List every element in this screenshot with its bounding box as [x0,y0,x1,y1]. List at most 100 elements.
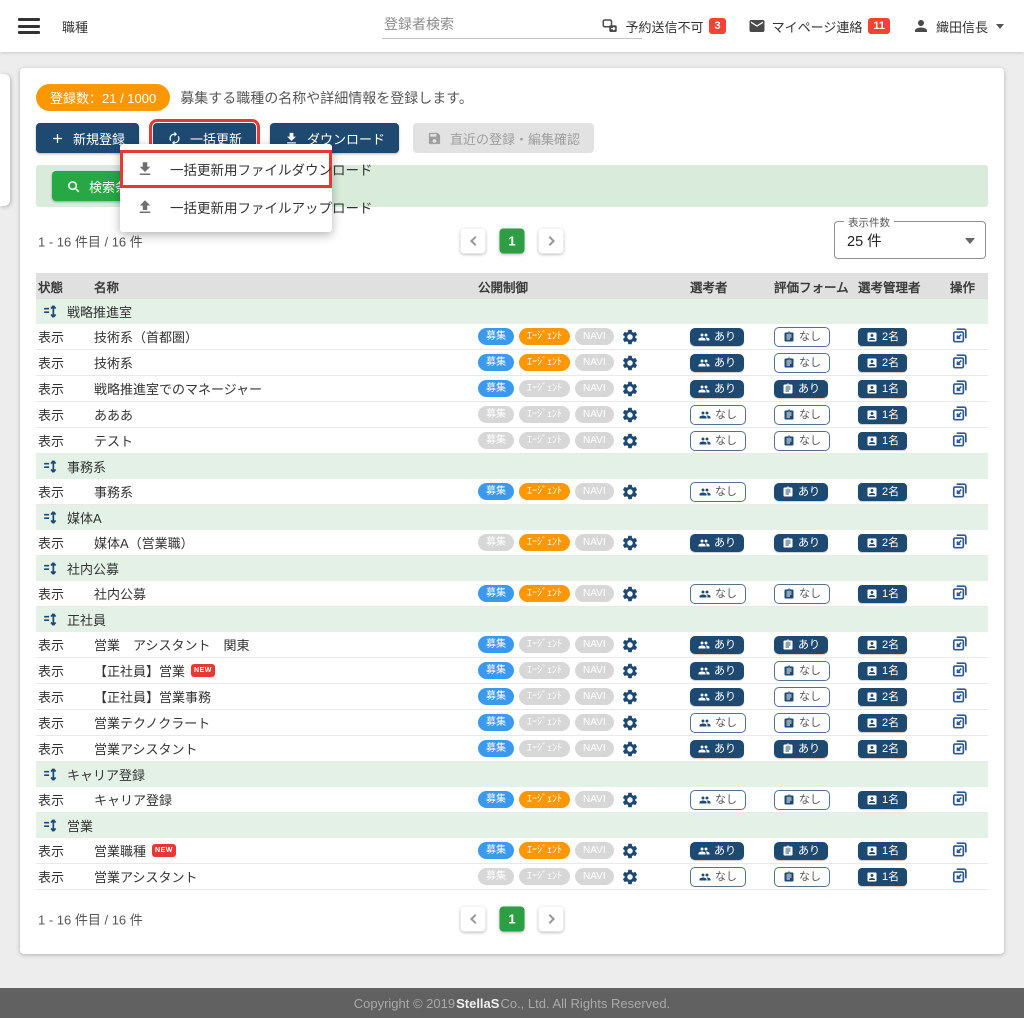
manager-count-badge[interactable]: 2名 [858,354,907,372]
manager-count-badge[interactable]: 1名 [858,868,907,886]
screener-badge[interactable]: なし [690,584,746,604]
next-page-button[interactable] [539,229,564,254]
gear-icon[interactable] [621,714,639,732]
prev-page-button[interactable] [461,229,486,254]
manager-count-badge[interactable]: 2名 [858,688,907,706]
gear-icon[interactable] [621,534,639,552]
eval-form-badge[interactable]: なし [774,867,830,887]
screener-badge[interactable]: なし [690,790,746,810]
screener-badge[interactable]: あり [690,354,744,372]
gear-icon[interactable] [621,380,639,398]
sort-icon[interactable] [42,817,59,834]
gear-icon[interactable] [621,483,639,501]
screener-badge[interactable]: あり [690,662,744,680]
manager-count-badge[interactable]: 2名 [858,483,907,501]
screener-badge[interactable]: あり [690,380,744,398]
sort-icon[interactable] [42,766,59,783]
eval-form-badge[interactable]: なし [774,790,830,810]
screener-badge[interactable]: あり [690,328,744,346]
gear-icon[interactable] [621,354,639,372]
copy-icon[interactable] [950,839,970,859]
sort-icon[interactable] [42,303,59,320]
prev-page-button[interactable] [461,907,486,932]
manager-count-badge[interactable]: 1名 [858,662,907,680]
copy-icon[interactable] [950,659,970,679]
page-1-button[interactable]: 1 [500,229,525,254]
manager-count-badge[interactable]: 2名 [858,534,907,552]
copy-icon[interactable] [950,531,970,551]
user-menu[interactable]: 織田信長 [912,17,1004,36]
mypage-contact[interactable]: マイページ連絡 11 [748,17,890,36]
eval-form-badge[interactable]: あり [774,483,828,501]
gear-icon[interactable] [621,328,639,346]
gear-icon[interactable] [621,842,639,860]
screener-badge[interactable]: なし [690,482,746,502]
sort-icon[interactable] [42,560,59,577]
screener-badge[interactable]: あり [690,534,744,552]
gear-icon[interactable] [621,432,639,450]
gear-icon[interactable] [621,636,639,654]
eval-form-badge[interactable]: あり [774,740,828,758]
manager-count-badge[interactable]: 1名 [858,432,907,450]
copy-icon[interactable] [950,429,970,449]
copy-icon[interactable] [950,351,970,371]
screener-badge[interactable]: あり [690,688,744,706]
screener-badge[interactable]: なし [690,867,746,887]
eval-form-badge[interactable]: あり [774,842,828,860]
copy-icon[interactable] [950,403,970,423]
gear-icon[interactable] [621,688,639,706]
manager-count-badge[interactable]: 1名 [858,791,907,809]
eval-form-badge[interactable]: なし [774,584,830,604]
screener-badge[interactable]: あり [690,636,744,654]
manager-count-badge[interactable]: 2名 [858,740,907,758]
menu-item-bulk-file-download[interactable]: 一括更新用ファイルダウンロード [120,150,332,188]
eval-form-badge[interactable]: あり [774,380,828,398]
eval-form-badge[interactable]: なし [774,431,830,451]
eval-form-badge[interactable]: なし [774,327,830,347]
manager-count-badge[interactable]: 1名 [858,380,907,398]
manager-count-badge[interactable]: 2名 [858,328,907,346]
gear-icon[interactable] [621,662,639,680]
sort-icon[interactable] [42,458,59,475]
manager-count-badge[interactable]: 2名 [858,636,907,654]
screener-badge[interactable]: あり [690,740,744,758]
per-page-select[interactable]: 表示件数 25 件 [834,221,986,259]
menu-item-bulk-file-upload[interactable]: 一括更新用ファイルアップロード [120,188,332,226]
copy-icon[interactable] [950,582,970,602]
sort-icon[interactable] [42,611,59,628]
gear-icon[interactable] [621,585,639,603]
screener-badge[interactable]: なし [690,431,746,451]
gear-icon[interactable] [621,740,639,758]
page-1-button[interactable]: 1 [500,907,525,932]
eval-form-badge[interactable]: なし [774,713,830,733]
manager-count-badge[interactable]: 1名 [858,406,907,424]
reserve-send-alert[interactable]: 予約送信不可 3 [601,17,725,36]
screener-badge[interactable]: なし [690,405,746,425]
gear-icon[interactable] [621,791,639,809]
copy-icon[interactable] [950,377,970,397]
copy-icon[interactable] [950,865,970,885]
gear-icon[interactable] [621,868,639,886]
eval-form-badge[interactable]: なし [774,405,830,425]
screener-badge[interactable]: なし [690,713,746,733]
copy-icon[interactable] [950,325,970,345]
next-page-button[interactable] [539,907,564,932]
gear-icon[interactable] [621,406,639,424]
manager-count-badge[interactable]: 1名 [858,842,907,860]
eval-form-badge[interactable]: なし [774,353,830,373]
copy-icon[interactable] [950,711,970,731]
manager-count-badge[interactable]: 1名 [858,585,907,603]
copy-icon[interactable] [950,480,970,500]
eval-form-badge[interactable]: あり [774,534,828,552]
sort-icon[interactable] [42,509,59,526]
manager-count-badge[interactable]: 2名 [858,714,907,732]
copy-icon[interactable] [950,788,970,808]
copy-icon[interactable] [950,737,970,757]
eval-form-badge[interactable]: なし [774,687,830,707]
menu-icon[interactable] [18,18,40,34]
eval-form-badge[interactable]: あり [774,636,828,654]
copy-icon[interactable] [950,685,970,705]
copy-icon[interactable] [950,633,970,653]
screener-badge[interactable]: あり [690,842,744,860]
eval-form-badge[interactable]: なし [774,661,830,681]
